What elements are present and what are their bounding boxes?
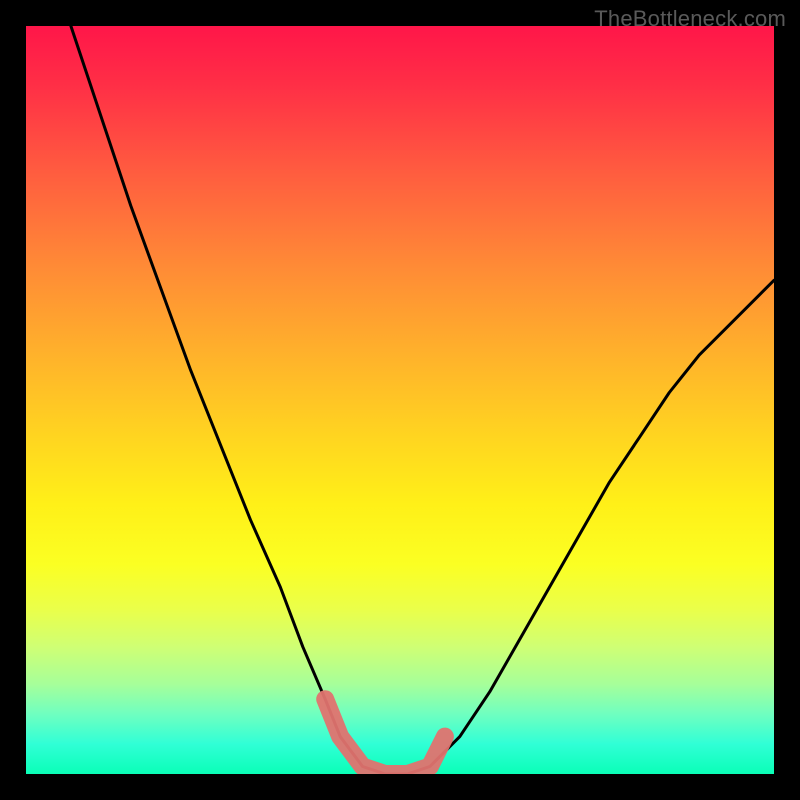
plot-area (26, 26, 774, 774)
bottleneck-highlight (325, 699, 445, 774)
watermark-text: TheBottleneck.com (594, 6, 786, 32)
curve-layer (26, 26, 774, 774)
bottleneck-curve (71, 26, 774, 774)
chart-frame: TheBottleneck.com (0, 0, 800, 800)
